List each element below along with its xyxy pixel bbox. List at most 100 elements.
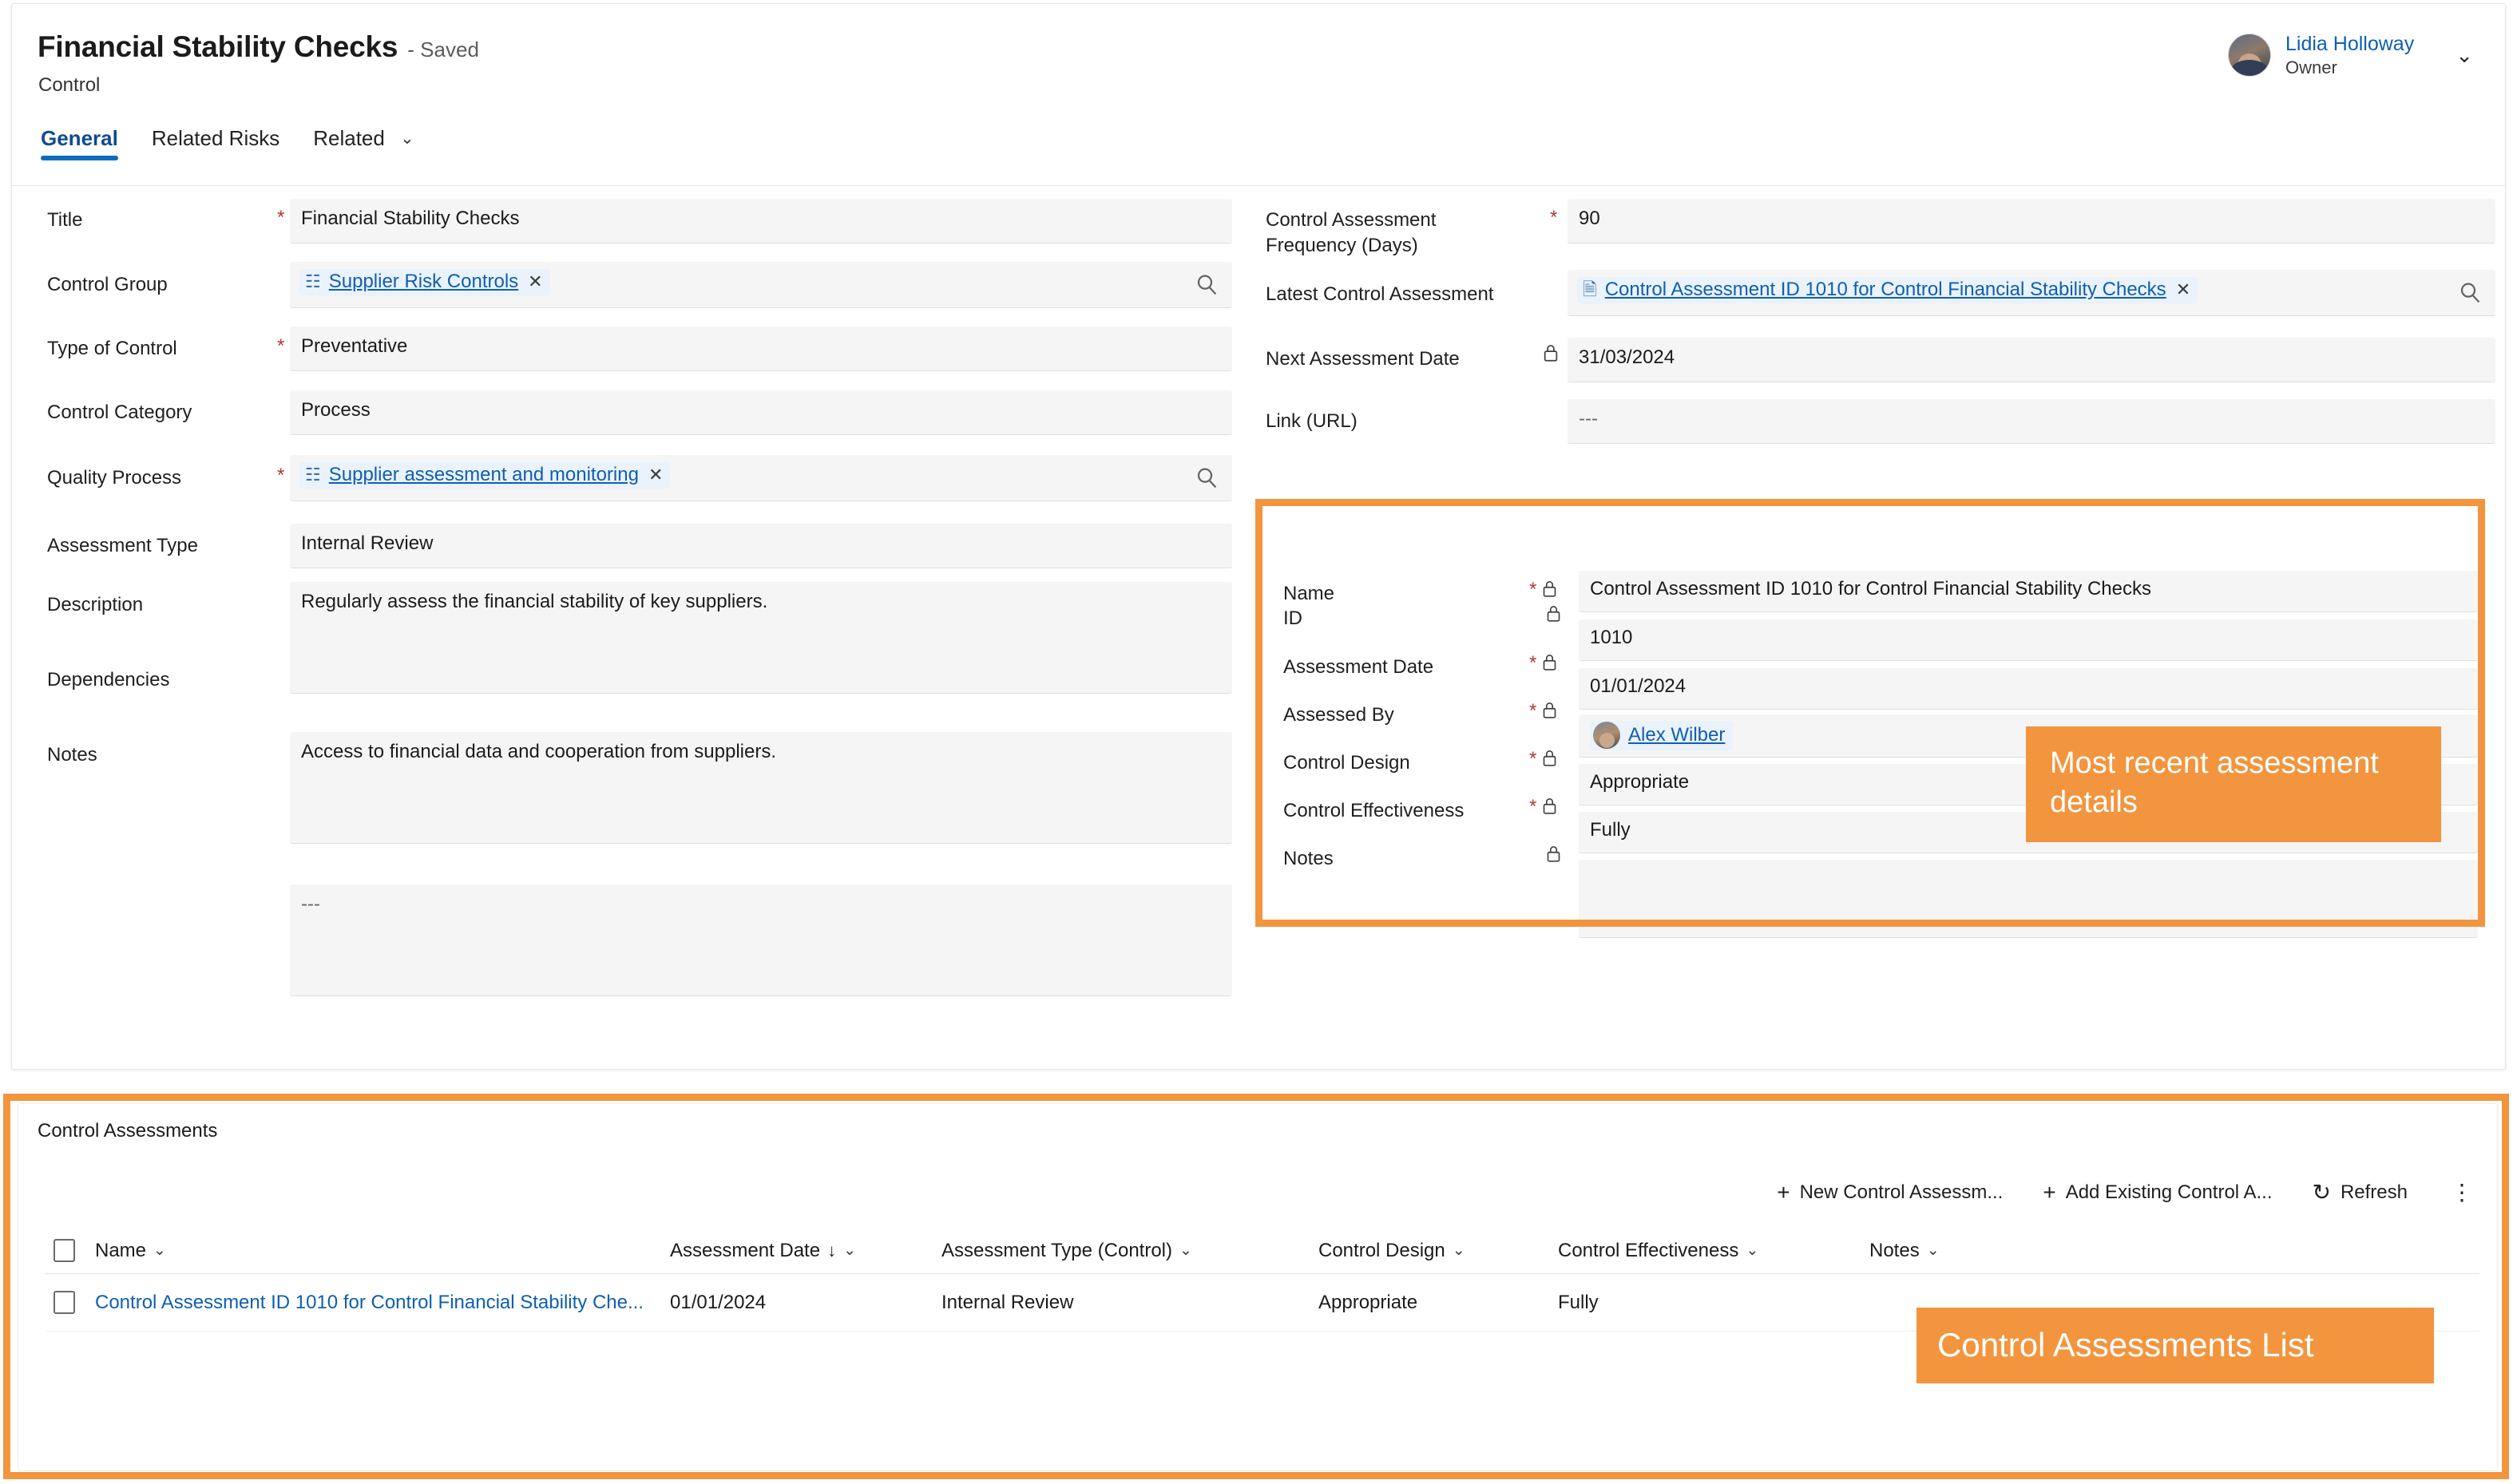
row-name-link[interactable]: Control Assessment ID 1010 for Control F… xyxy=(95,1292,644,1313)
avatar xyxy=(2228,34,2271,77)
owner-role: Owner xyxy=(2285,57,2337,77)
assessment-date-value: 01/01/2024 xyxy=(1590,675,1687,697)
column-header-assessment-type[interactable]: Assessment Type (Control) ⌄ xyxy=(941,1240,1318,1262)
field-title-value: Financial Stability Checks xyxy=(301,208,520,229)
tab-general-label: General xyxy=(41,126,118,150)
field-assessment-frequency-value: 90 xyxy=(1579,208,1600,229)
row-checkbox[interactable] xyxy=(54,1291,75,1314)
search-icon[interactable] xyxy=(1194,272,1219,298)
field-control-group: Control Group xyxy=(47,267,168,298)
chevron-down-icon: ⌄ xyxy=(153,1242,166,1259)
assessment-control-effectiveness-label: Control Effectiveness xyxy=(1283,800,1465,821)
required-asterisk: * xyxy=(1529,700,1537,722)
avatar xyxy=(1593,722,1620,749)
chevron-down-icon[interactable]: ⌄ xyxy=(2456,43,2473,68)
field-title: Title xyxy=(47,202,82,233)
field-notes: Notes xyxy=(47,737,97,768)
row-control-design: Appropriate xyxy=(1318,1291,1418,1313)
lock-icon xyxy=(1544,345,1558,362)
lock-icon xyxy=(1547,606,1560,622)
control-assessments-toolbar: + New Control Assessm... + Add Existing … xyxy=(1770,1176,2483,1209)
control-assessments-title: Control Assessments xyxy=(38,1120,218,1142)
field-notes-input[interactable]: --- xyxy=(290,884,1232,996)
field-description-input[interactable]: Regularly assess the financial stability… xyxy=(290,582,1232,694)
field-assessment-frequency-input[interactable]: 90 xyxy=(1568,199,2495,243)
sort-descending-icon: ↓ xyxy=(827,1240,837,1260)
field-quality-process-input[interactable]: ☷ Supplier assessment and monitoring ✕ xyxy=(290,455,1232,501)
record-icon: ☷ xyxy=(305,465,321,485)
plus-icon: + xyxy=(1777,1179,1790,1205)
refresh-icon: ↻ xyxy=(2312,1179,2331,1205)
close-icon[interactable]: ✕ xyxy=(528,271,542,292)
new-control-assessment-button[interactable]: + New Control Assessm... xyxy=(1770,1177,2009,1209)
select-all-cell[interactable] xyxy=(46,1239,95,1262)
field-title-label: Title xyxy=(47,209,83,231)
close-icon[interactable]: ✕ xyxy=(2176,279,2190,300)
field-assessment-type-label: Assessment Type xyxy=(47,535,198,556)
row-assessment-date: 01/01/2024 xyxy=(670,1291,767,1313)
field-title-input[interactable]: Financial Stability Checks xyxy=(290,199,1232,243)
field-dependencies-input[interactable]: Access to financial data and cooperation… xyxy=(290,732,1232,844)
field-title-marks: * xyxy=(275,202,284,229)
lock-icon xyxy=(1544,702,1556,718)
column-header-control-design[interactable]: Control Design ⌄ xyxy=(1318,1240,1558,1262)
tab-related-risks[interactable]: Related Risks xyxy=(149,124,283,167)
column-header-assessment-date[interactable]: Assessment Date ↓ ⌄ xyxy=(670,1240,941,1262)
row-control-effectiveness: Fully xyxy=(1558,1291,1599,1313)
field-link-url-input[interactable]: --- xyxy=(1568,399,2495,444)
assessment-id-input: 1010 xyxy=(1579,619,2478,661)
field-dependencies-label: Dependencies xyxy=(47,669,170,691)
field-quality-process-value[interactable]: Supplier assessment and monitoring xyxy=(329,464,639,486)
column-header-name[interactable]: Name ⌄ xyxy=(95,1240,670,1262)
add-existing-control-assessment-button[interactable]: + Add Existing Control A... xyxy=(2036,1177,2278,1209)
more-commands-icon[interactable]: ⋮ xyxy=(2441,1176,2483,1209)
assessment-control-design-label: Control Design xyxy=(1283,752,1410,774)
field-control-group-input[interactable]: ☷ Supplier Risk Controls ✕ xyxy=(290,262,1232,308)
assessment-date-marks: * xyxy=(1528,647,1558,675)
close-icon[interactable]: ✕ xyxy=(648,465,663,485)
row-select-cell[interactable] xyxy=(46,1291,95,1314)
add-existing-control-assessment-label: Add Existing Control A... xyxy=(2065,1181,2273,1203)
field-assessment-frequency: Control Assessment Frequency (Days) xyxy=(1266,202,1497,258)
row-assessment-type: Internal Review xyxy=(941,1291,1074,1313)
field-description-label: Description xyxy=(47,594,144,615)
column-header-control-effectiveness[interactable]: Control Effectiveness ⌄ xyxy=(1558,1240,1869,1262)
field-latest-control-assessment-value[interactable]: Control Assessment ID 1010 for Control F… xyxy=(1605,279,2166,301)
field-latest-control-assessment-input[interactable]: 🗎 Control Assessment ID 1010 for Control… xyxy=(1568,270,2495,316)
search-icon[interactable] xyxy=(1194,465,1219,491)
assessment-id-marks xyxy=(1545,599,1562,623)
required-asterisk: * xyxy=(1529,796,1537,817)
lookup-pill-latest-assessment[interactable]: 🗎 Control Assessment ID 1010 for Control… xyxy=(1577,277,2198,303)
lookup-pill-control-group[interactable]: ☷ Supplier Risk Controls ✕ xyxy=(299,269,550,295)
column-header-notes[interactable]: Notes ⌄ xyxy=(1869,1240,2479,1262)
tab-related-risks-label: Related Risks xyxy=(151,126,280,150)
field-type-of-control-input[interactable]: Preventative xyxy=(290,326,1232,371)
lock-icon xyxy=(1544,750,1556,766)
field-control-category-input[interactable]: Process xyxy=(290,390,1232,435)
assessment-name-value: Control Assessment ID 1010 for Control F… xyxy=(1590,578,2151,600)
required-asterisk: * xyxy=(1529,579,1537,600)
owner-info[interactable]: Lidia Holloway Owner ⌄ xyxy=(2228,31,2473,79)
assessed-by-value[interactable]: Alex Wilber xyxy=(1628,724,1725,746)
assessment-control-design-value: Appropriate xyxy=(1590,771,1690,793)
field-control-group-value[interactable]: Supplier Risk Controls xyxy=(329,271,518,293)
refresh-button[interactable]: ↻ Refresh xyxy=(2305,1177,2414,1209)
chevron-down-icon: ⌄ xyxy=(843,1242,856,1259)
record-title-text: Financial Stability Checks xyxy=(38,30,398,63)
field-type-of-control-marks: * xyxy=(275,330,284,358)
assessed-by-marks: * xyxy=(1528,695,1558,722)
field-link-url: Link (URL) xyxy=(1266,403,1358,434)
field-assessment-type-value: Internal Review xyxy=(301,532,434,554)
field-assessment-type-input[interactable]: Internal Review xyxy=(290,524,1232,568)
search-icon[interactable] xyxy=(2457,280,2483,306)
select-all-checkbox[interactable] xyxy=(54,1239,75,1262)
lookup-pill-quality-process[interactable]: ☷ Supplier assessment and monitoring ✕ xyxy=(299,462,671,489)
person-pill-assessed-by[interactable]: Alex Wilber xyxy=(1590,721,1734,750)
tab-related[interactable]: Related ⌄ xyxy=(310,124,417,167)
field-type-of-control-value: Preventative xyxy=(301,335,408,357)
lock-icon xyxy=(1544,581,1556,597)
field-next-assessment-date-input: 31/03/2024 xyxy=(1568,338,2495,382)
tab-general[interactable]: General xyxy=(38,124,121,167)
field-control-group-label: Control Group xyxy=(47,274,168,295)
tab-related-label: Related xyxy=(313,126,385,150)
